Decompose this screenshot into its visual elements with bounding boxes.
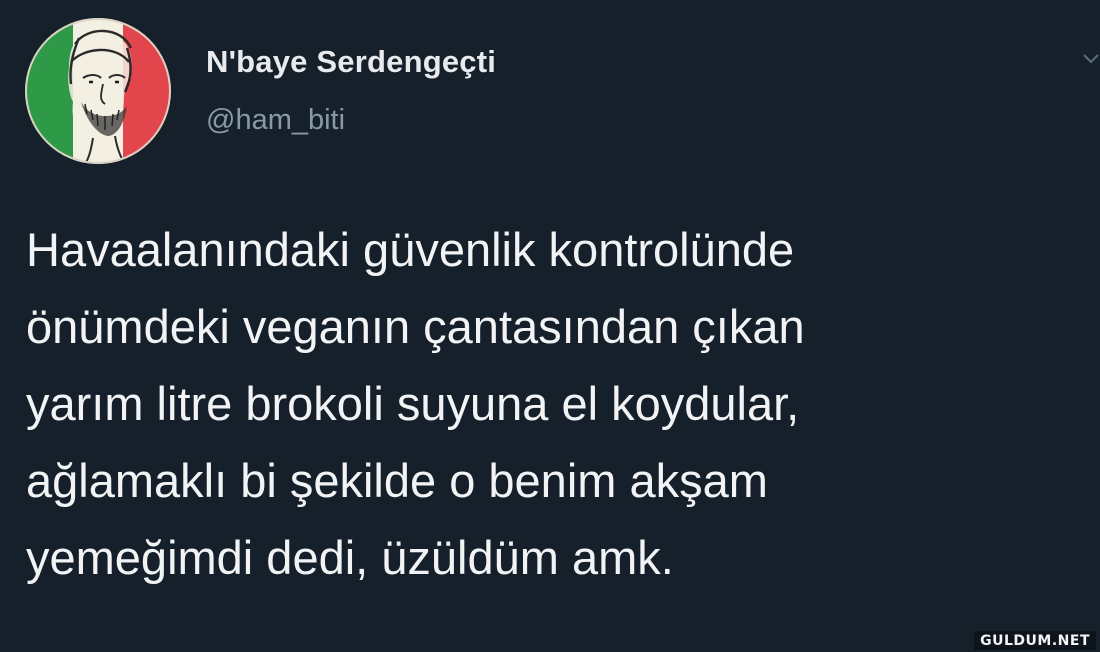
avatar[interactable] xyxy=(25,18,171,164)
display-name[interactable]: N'baye Serdengeçti xyxy=(206,44,496,80)
tweet-text-line: Havaalanındaki güvenlik kontrolünde xyxy=(26,223,795,276)
tweet-text-line: yemeğimdi dedi, üzüldüm amk. xyxy=(26,531,674,584)
tweet-text-line: ağlamaklı bi şekilde o benim akşam xyxy=(26,454,768,507)
tweet-text: Havaalanındaki güvenlik kontrolünde önüm… xyxy=(26,211,1086,596)
site-watermark: GULDUM.NET xyxy=(974,631,1096,650)
tweet-text-line: yarım litre brokoli suyuna el koydular, xyxy=(26,377,800,430)
user-handle[interactable]: @ham_biti xyxy=(206,104,345,137)
avatar-portrait-icon xyxy=(25,18,171,164)
tweet-card: N'baye Serdengeçti @ham_biti Havaalanınd… xyxy=(0,0,1100,652)
tweet-text-line: önümdeki veganın çantasından çıkan xyxy=(26,300,805,353)
chevron-down-icon[interactable] xyxy=(1082,50,1100,68)
